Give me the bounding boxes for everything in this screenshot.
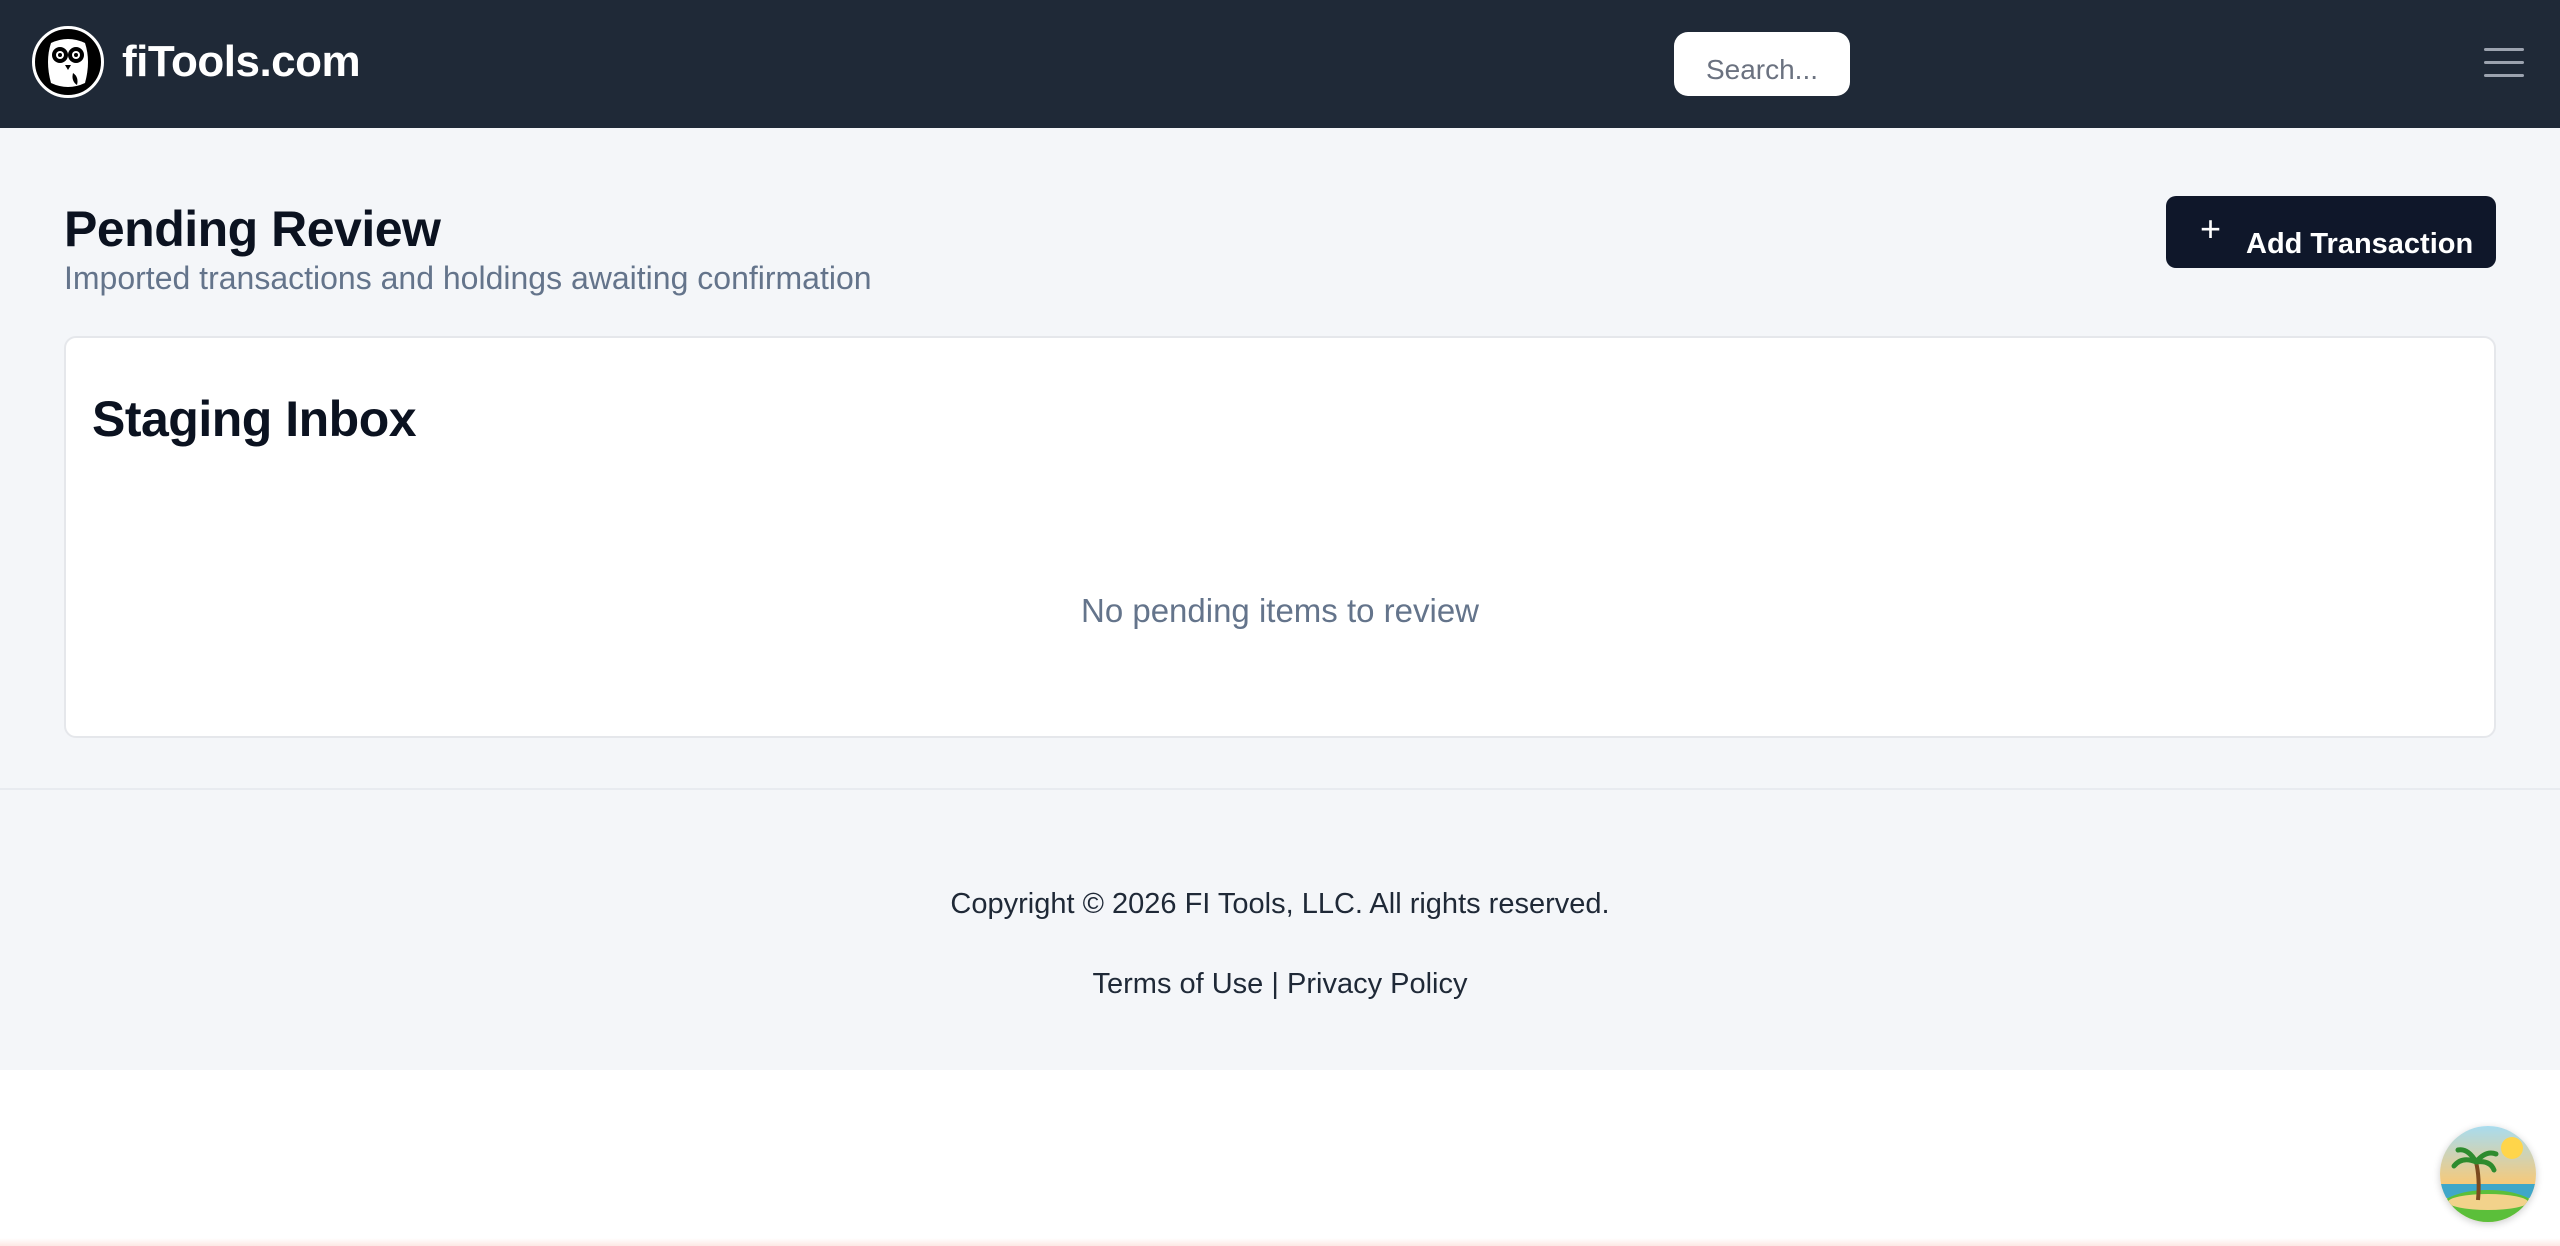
owl-logo-icon — [32, 26, 104, 98]
plus-icon: + — [2200, 208, 2222, 249]
bottom-edge-strip — [0, 1238, 2560, 1246]
add-transaction-button[interactable]: + Add Transaction — [2166, 196, 2496, 268]
page-title: Pending Review — [64, 201, 441, 257]
main-content: Pending Review Imported transactions and… — [0, 128, 2560, 788]
add-transaction-label: Add Transaction — [2246, 228, 2474, 260]
card-title: Staging Inbox — [92, 391, 417, 447]
top-navbar: fiTools.com — [0, 0, 2560, 128]
brand-link[interactable]: fiTools.com — [32, 26, 361, 98]
brand-name: fiTools.com — [122, 37, 361, 86]
empty-state-message: No pending items to review — [1080, 592, 1480, 629]
tropical-island-avatar-icon[interactable] — [2440, 1126, 2536, 1222]
footer-links: Terms of Use | Privacy Policy — [0, 968, 2560, 1001]
copyright-text: Copyright © 2026 FI Tools, LLC. All righ… — [950, 888, 1610, 920]
search-input[interactable] — [1674, 32, 1850, 96]
staging-inbox-card: Staging Inbox No pending items to review — [64, 336, 2496, 738]
footer: Copyright © 2026 FI Tools, LLC. All righ… — [0, 788, 2560, 1070]
terms-of-use-link[interactable]: Terms of Use — [1093, 968, 1264, 1000]
hamburger-menu-icon[interactable] — [2484, 48, 2524, 80]
privacy-policy-link[interactable]: Privacy Policy — [1287, 968, 1468, 1000]
footer-separator: | — [1271, 968, 1279, 1000]
page-subtitle: Imported transactions and holdings await… — [64, 260, 872, 296]
